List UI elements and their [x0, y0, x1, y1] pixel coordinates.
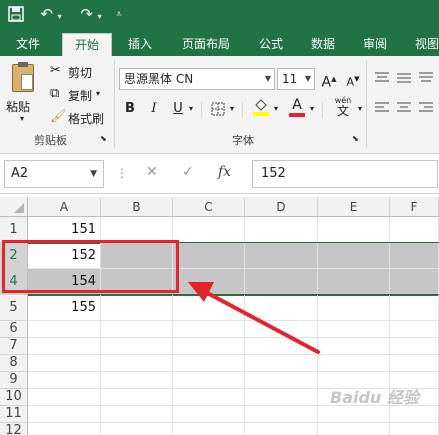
font-color-a-icon: A — [292, 97, 302, 113]
font-name-select[interactable]: 思源黑体 CN ▼ — [119, 68, 275, 90]
enter-button[interactable]: ✓ — [182, 164, 194, 180]
align-bottom-icon — [419, 72, 433, 82]
font-name-value: 思源黑体 CN — [124, 72, 194, 86]
name-box-value: A2 — [11, 166, 29, 181]
phonetic-button[interactable]: wén 文 — [328, 96, 358, 118]
align-top-button[interactable] — [374, 70, 390, 84]
borders-dropdown-icon[interactable]: ▾ — [230, 104, 234, 113]
shrink-font-button[interactable]: A▼ — [342, 68, 364, 90]
align-bottom-button[interactable] — [418, 70, 434, 84]
ribbon-tabs: 文件 开始 插入 页面布局 公式 数据 审阅 视图 — [0, 29, 439, 56]
align-middle-icon — [397, 73, 411, 83]
tab-page-layout[interactable]: 页面布局 — [172, 33, 240, 56]
chevron-down-icon: ▼ — [304, 74, 311, 83]
redo-icon[interactable]: ↷ ▾ — [76, 0, 106, 29]
align-middle-button[interactable] — [396, 70, 412, 84]
grow-font-label: A — [321, 74, 332, 91]
quick-access-toolbar: ↶ ▾ ↷ ▾ ⩡ — [0, 0, 439, 29]
watermark: Baidu 经验 — [330, 388, 419, 407]
paste-label: 粘贴 — [6, 100, 31, 114]
cancel-button[interactable]: ✕ — [146, 164, 158, 180]
formula-input[interactable]: 152 — [252, 160, 438, 188]
cut-button[interactable]: ✂ 剪切 — [50, 62, 100, 82]
scissors-icon: ✂ — [50, 63, 61, 78]
worksheet-grid: A B C D E F 1 151 2 152 4 154 5 155 6 7 8 9 10 11 12 B… — [0, 194, 439, 435]
fill-bucket-icon — [253, 99, 269, 116]
copy-button[interactable]: ⧉ 复制 ▾ — [50, 85, 106, 105]
align-left-button[interactable] — [374, 100, 390, 114]
shrink-font-label: A — [346, 75, 355, 89]
fill-color-button[interactable] — [250, 96, 272, 118]
font-divider — [322, 102, 323, 118]
ribbon: 粘贴 ▾ ✂ 剪切 ⧉ 复制 ▾ 🖌 格式刷 剪贴板 ⬊ 思源黑体 CN ▼ 1… — [0, 56, 439, 154]
underline-dropdown-icon[interactable]: ▾ — [189, 104, 193, 113]
tab-formulas[interactable]: 公式 — [250, 33, 292, 56]
tab-view[interactable]: 视图 — [406, 33, 439, 56]
font-divider — [242, 102, 243, 118]
bold-button[interactable]: B — [119, 98, 141, 120]
clipboard-group-label: 剪贴板 — [34, 134, 67, 147]
tab-data[interactable]: 数据 — [302, 33, 344, 56]
copy-icon: ⧉ — [50, 86, 60, 101]
chevron-down-icon: ▼ — [264, 74, 271, 83]
undo-icon[interactable]: ↶ ▾ — [36, 0, 66, 29]
insert-function-button[interactable]: fx — [218, 164, 231, 180]
font-color-dropdown-icon[interactable]: ▾ — [310, 104, 314, 113]
font-color-button[interactable]: A — [286, 96, 308, 118]
paste-dropdown-icon: ▾ — [20, 114, 25, 123]
tab-file[interactable]: 文件 — [6, 33, 50, 56]
group-divider — [114, 60, 115, 148]
format-painter-button[interactable]: 🖌 格式刷 — [50, 108, 110, 128]
tab-home[interactable]: 开始 — [62, 33, 112, 56]
align-top-icon — [375, 72, 389, 82]
phonetic-char-label: 文 — [336, 104, 349, 118]
formula-bar: A2 ▼ ⋮ ✕ ✓ fx 152 — [0, 154, 439, 194]
clipboard-launcher-icon[interactable]: ⬊ — [100, 134, 107, 143]
fill-color-dropdown-icon[interactable]: ▾ — [274, 104, 278, 113]
clipboard-icon — [12, 62, 34, 92]
more-icon: ⋮ — [116, 166, 128, 180]
save-icon[interactable] — [4, 0, 28, 29]
borders-icon — [211, 102, 225, 116]
align-center-icon — [397, 102, 411, 112]
align-right-icon — [419, 102, 433, 112]
font-launcher-icon[interactable]: ⬊ — [352, 134, 359, 143]
customize-icon[interactable]: ⩡ — [112, 0, 126, 29]
font-group-label: 字体 — [232, 134, 254, 147]
borders-button[interactable] — [207, 98, 229, 120]
tab-insert[interactable]: 插入 — [118, 33, 162, 56]
paste-button[interactable]: 粘贴 ▾ — [6, 62, 42, 124]
name-box[interactable]: A2 ▼ — [4, 160, 104, 188]
chevron-down-icon: ▼ — [90, 169, 97, 179]
grow-font-button[interactable]: A▲ — [318, 68, 340, 91]
cut-label: 剪切 — [68, 66, 93, 80]
font-size-value: 11 — [282, 72, 298, 86]
underline-button[interactable]: U — [167, 98, 189, 120]
font-size-select[interactable]: 11 ▼ — [277, 68, 315, 90]
copy-label: 复制 — [68, 89, 93, 103]
align-right-button[interactable] — [418, 100, 434, 114]
align-left-icon — [375, 102, 389, 112]
group-divider — [366, 60, 367, 148]
align-center-button[interactable] — [396, 100, 412, 114]
tab-review[interactable]: 审阅 — [354, 33, 396, 56]
font-divider — [201, 102, 202, 118]
copy-dropdown-icon: ▾ — [96, 89, 101, 98]
brush-icon: 🖌 — [50, 109, 67, 124]
format-painter-label: 格式刷 — [68, 112, 105, 126]
phonetic-dropdown-icon[interactable]: ▾ — [358, 104, 362, 113]
italic-button[interactable]: I — [143, 98, 165, 120]
